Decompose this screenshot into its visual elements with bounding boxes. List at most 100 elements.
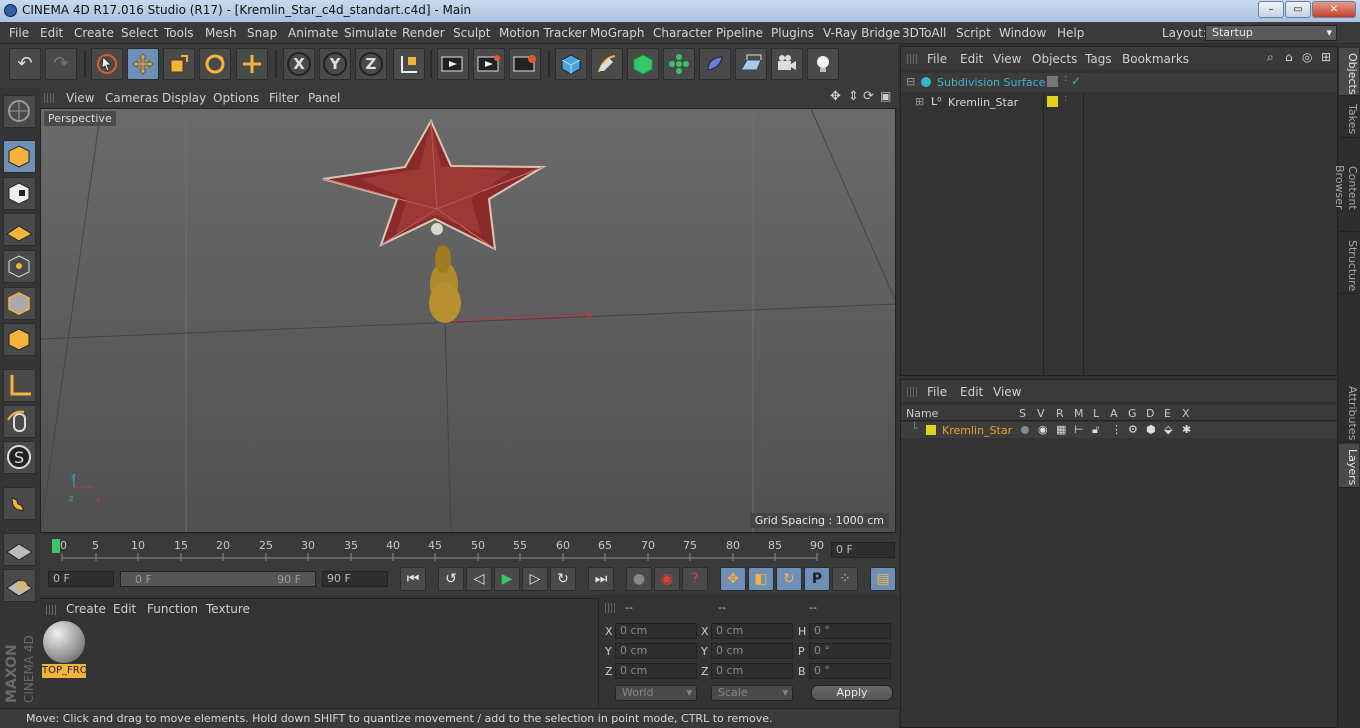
- undo-icon[interactable]: ↶: [9, 48, 41, 80]
- object-name[interactable]: Kremlin_Star: [948, 96, 1018, 109]
- objects-menu-objects[interactable]: Objects: [1032, 52, 1077, 66]
- viewport-menu-panel[interactable]: Panel: [308, 91, 340, 105]
- tab-attributes[interactable]: Attributes: [1339, 382, 1359, 442]
- objects-menu-view[interactable]: View: [993, 52, 1021, 66]
- menu-help[interactable]: Help: [1057, 26, 1084, 40]
- column-deformers[interactable]: D: [1146, 407, 1154, 420]
- menu-mograph[interactable]: MoGraph: [590, 26, 645, 40]
- x-axis-icon[interactable]: X: [283, 48, 315, 80]
- minimize-button[interactable]: –: [1258, 1, 1284, 18]
- enabled-check-icon[interactable]: ✓: [1071, 74, 1081, 88]
- material-menu-create[interactable]: Create: [66, 602, 106, 616]
- record-rotation-icon[interactable]: ↻: [776, 567, 802, 591]
- material-menu-edit[interactable]: Edit: [113, 602, 136, 616]
- tree-collapse-icon[interactable]: ⊟: [906, 75, 915, 88]
- menu-3dtoall[interactable]: 3DToAll: [902, 26, 946, 40]
- render-picture-viewer-icon[interactable]: [473, 48, 505, 80]
- column-render[interactable]: R: [1056, 407, 1064, 420]
- tree-expand-icon[interactable]: ⊞: [915, 95, 924, 108]
- generator-toggle-icon[interactable]: ⚙︎: [1128, 423, 1138, 436]
- menu-mesh[interactable]: Mesh: [205, 26, 237, 40]
- menu-tools[interactable]: Tools: [164, 26, 194, 40]
- layer-name[interactable]: Kremlin_Star: [942, 424, 1012, 437]
- points-mode-icon[interactable]: [3, 250, 36, 283]
- menu-pipeline[interactable]: Pipeline: [716, 26, 763, 40]
- viewport-menu-filter[interactable]: Filter: [269, 91, 299, 105]
- menu-file[interactable]: File: [9, 26, 29, 40]
- 3d-viewport[interactable]: y x z Perspective Grid Spacing : 1000 cm: [40, 108, 896, 533]
- object-row-subdivision[interactable]: ⊟ Subdivision Surface : ✓: [901, 73, 1337, 92]
- material-menu-function[interactable]: Function: [147, 602, 198, 616]
- home-icon[interactable]: ⌂: [1285, 50, 1293, 64]
- floor-icon[interactable]: [735, 48, 767, 80]
- y-axis-icon[interactable]: Y: [319, 48, 351, 80]
- auto-keying-icon[interactable]: ◉: [654, 567, 680, 591]
- menu-vray-bridge[interactable]: V-Ray Bridge: [823, 26, 900, 40]
- camera-icon[interactable]: [771, 48, 803, 80]
- layers-menu-edit[interactable]: Edit: [960, 385, 983, 399]
- tab-layers[interactable]: Layers: [1339, 444, 1359, 488]
- new-view-icon[interactable]: ⊞: [1321, 50, 1331, 64]
- viewport-pan-icon[interactable]: ✥: [830, 89, 841, 104]
- menu-character[interactable]: Character: [653, 26, 712, 40]
- polygons-mode-icon[interactable]: [3, 323, 36, 356]
- make-editable-icon[interactable]: [3, 95, 36, 128]
- eye-icon[interactable]: ◎: [1302, 50, 1312, 64]
- column-locked[interactable]: L: [1093, 407, 1099, 420]
- column-name[interactable]: Name: [906, 407, 938, 420]
- start-frame-field[interactable]: 0 F: [48, 571, 114, 587]
- pos-y-field[interactable]: 0 cm: [615, 643, 697, 659]
- menu-script[interactable]: Script: [956, 26, 991, 40]
- visibility-dots-icon[interactable]: :: [1064, 73, 1067, 84]
- rot-p-field[interactable]: 0 °: [809, 643, 891, 659]
- column-solo[interactable]: S: [1019, 407, 1026, 420]
- viewport-maximize-icon[interactable]: ▣: [880, 89, 891, 103]
- previous-frame-icon[interactable]: ◁: [466, 567, 492, 591]
- tab-objects[interactable]: Objects: [1339, 48, 1359, 96]
- manager-toggle-icon[interactable]: ⊢: [1074, 423, 1084, 436]
- scale-icon[interactable]: [163, 48, 195, 80]
- render-view-icon[interactable]: [437, 48, 469, 80]
- viewport-menu-display[interactable]: Display: [162, 91, 206, 105]
- recent-tool-icon[interactable]: [236, 48, 268, 80]
- record-scale-icon[interactable]: ◧: [748, 567, 774, 591]
- viewport-menu-options[interactable]: Options: [213, 91, 259, 105]
- timeline-ruler[interactable]: 0 5 10 15 20 25 30 35 40 45 50 55 60 65 …: [40, 535, 898, 565]
- axis-mode-icon[interactable]: [3, 369, 36, 402]
- deformer-toggle-icon[interactable]: ⬢: [1146, 423, 1156, 436]
- end-frame-field[interactable]: 90 F: [322, 571, 388, 587]
- rotate-icon[interactable]: [199, 48, 231, 80]
- array-icon[interactable]: [663, 48, 695, 80]
- subdivision-icon[interactable]: [627, 48, 659, 80]
- objects-menu-edit[interactable]: Edit: [960, 52, 983, 66]
- current-frame-field[interactable]: 0 F: [831, 542, 895, 558]
- menu-snap[interactable]: Snap: [247, 26, 277, 40]
- keyframe-selection-icon[interactable]: ?: [682, 567, 708, 591]
- magnet-icon[interactable]: [3, 487, 36, 520]
- coordinate-system-icon[interactable]: [393, 48, 425, 80]
- tab-content-browser[interactable]: Content Browser: [1333, 140, 1359, 232]
- go-to-start-icon[interactable]: ⏮: [400, 567, 426, 591]
- column-generators[interactable]: G: [1128, 407, 1137, 420]
- objects-menu-bookmarks[interactable]: Bookmarks: [1122, 52, 1189, 66]
- previous-key-icon[interactable]: ↺: [438, 567, 464, 591]
- layer-color-icon[interactable]: [1047, 96, 1058, 107]
- visibility-dots-icon[interactable]: :: [1064, 93, 1067, 104]
- pos-x-field[interactable]: 0 cm: [615, 623, 697, 639]
- record-position-icon[interactable]: ✥: [720, 567, 746, 591]
- tweak-mode-icon[interactable]: [3, 405, 36, 438]
- xref-toggle-icon[interactable]: ✱: [1182, 423, 1191, 436]
- menu-sculpt[interactable]: Sculpt: [453, 26, 490, 40]
- tab-structure[interactable]: Structure: [1339, 234, 1359, 294]
- column-xrefs[interactable]: X: [1182, 407, 1190, 420]
- layer-row[interactable]: └ Kremlin_Star ◉ ▦ ⊢ 🔓︎ ⋮ ⚙︎ ⬢ ⬙ ✱: [901, 422, 1337, 438]
- redo-icon[interactable]: ↷: [45, 48, 77, 80]
- record-keys-icon[interactable]: ●: [626, 567, 652, 591]
- z-axis-icon[interactable]: Z: [355, 48, 387, 80]
- lock-icon[interactable]: 🔓︎: [1092, 423, 1099, 437]
- layers-menu-view[interactable]: View: [993, 385, 1021, 399]
- maximize-button[interactable]: ▭: [1285, 1, 1311, 18]
- menu-select[interactable]: Select: [121, 26, 158, 40]
- solo-toggle-icon[interactable]: [1021, 426, 1029, 434]
- planar-workplane-icon[interactable]: [3, 569, 36, 602]
